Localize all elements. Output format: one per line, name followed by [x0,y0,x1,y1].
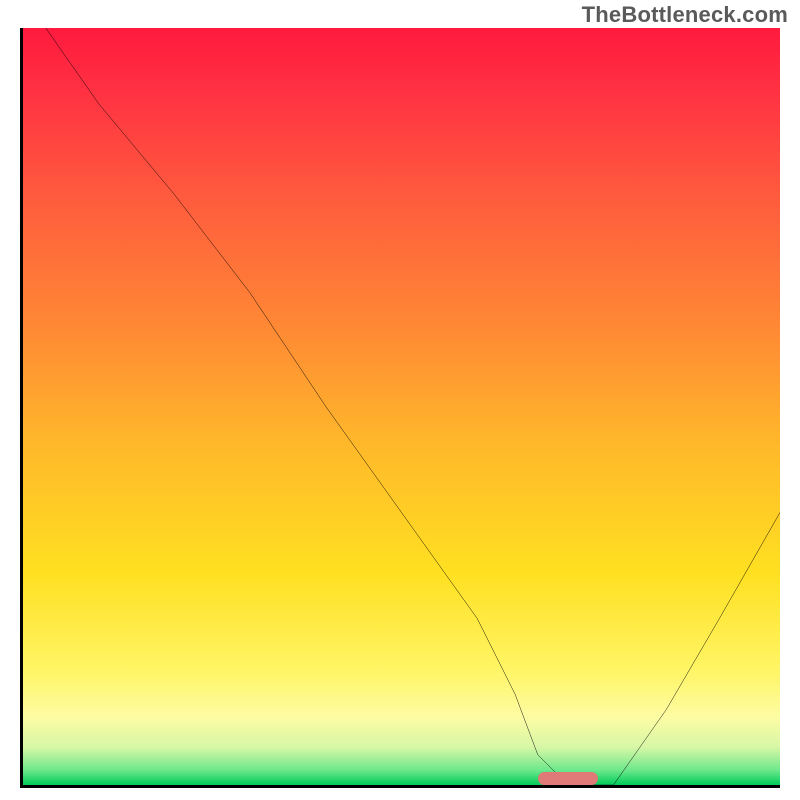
y-axis [20,28,23,788]
plot-area [20,28,780,788]
optimal-range-marker [538,772,599,785]
bottleneck-curve [23,28,780,785]
watermark-text: TheBottleneck.com [582,2,788,28]
chart-container: { "watermark": "TheBottleneck.com", "cha… [0,0,800,800]
x-axis [20,785,780,788]
